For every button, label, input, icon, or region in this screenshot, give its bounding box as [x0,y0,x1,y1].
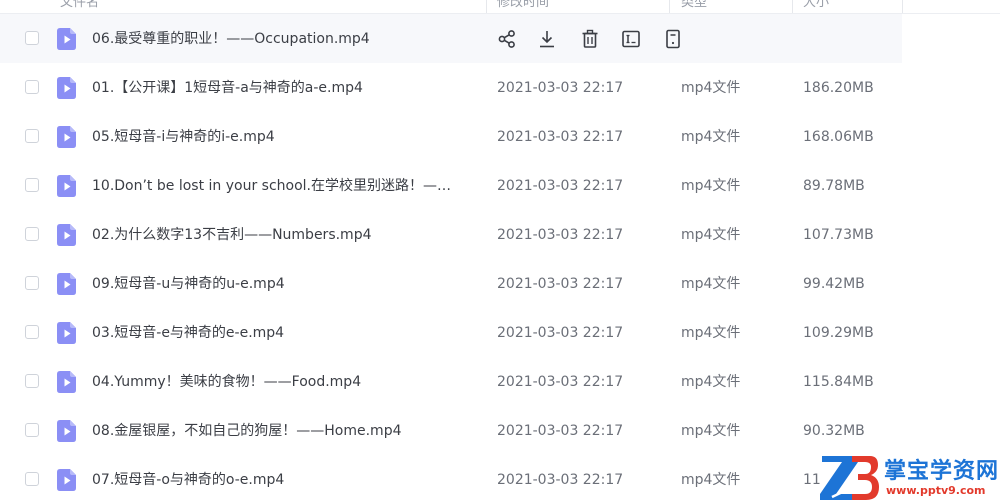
file-size: 99.42MB [803,276,865,292]
file-modified-date: 2021-03-03 22:17 [497,472,624,488]
video-file-icon [57,273,76,295]
file-size: 90.32MB [803,423,865,439]
video-file-icon [57,469,76,491]
file-row[interactable]: 06.最受尊重的职业！——Occupation.mp4 [0,14,902,63]
file-name[interactable]: 06.最受尊重的职业！——Occupation.mp4 [92,30,472,48]
file-name[interactable]: 08.金屋银屋，不如自己的狗屋！——Home.mp4 [92,422,472,440]
file-list: 06.最受尊重的职业！——Occupation.mp4 01.【公开课】1短母音… [0,14,1000,504]
file-modified-date: 2021-03-03 22:17 [497,325,624,341]
watermark-title: 掌宝学资网 [884,459,1000,484]
file-type: mp4文件 [681,472,741,488]
file-row[interactable]: 08.金屋银屋，不如自己的狗屋！——Home.mp4 2021-03-03 22… [0,406,902,455]
row-checkbox[interactable] [25,129,39,143]
file-name[interactable]: 02.为什么数字13不吉利——Numbers.mp4 [92,226,472,244]
share-icon[interactable] [496,28,518,50]
watermark-logo-icon [820,456,879,500]
file-size: 186.20MB [803,80,874,96]
file-row[interactable]: 10.Don’t be lost in your school.在学校里别迷路！… [0,161,902,210]
file-modified-date: 2021-03-03 22:17 [497,178,624,194]
column-header-type[interactable]: 类型 [681,0,707,10]
file-name[interactable]: 07.短母音-o与神奇的o-e.mp4 [92,471,472,489]
file-modified-date: 2021-03-03 22:17 [497,374,624,390]
video-file-icon [57,371,76,393]
rename-icon[interactable] [620,28,642,50]
video-file-icon [57,28,76,50]
video-file-icon [57,224,76,246]
row-checkbox[interactable] [25,472,39,486]
column-header-name[interactable]: 文件名 [60,0,99,10]
file-row[interactable]: 02.为什么数字13不吉利——Numbers.mp4 2021-03-03 22… [0,210,902,259]
row-checkbox[interactable] [25,325,39,339]
file-type: mp4文件 [681,423,741,439]
file-type: mp4文件 [681,80,741,96]
file-name[interactable]: 05.短母音-i与神奇的i-e.mp4 [92,128,472,146]
file-row[interactable]: 01.【公开课】1短母音-a与神奇的a-e.mp4 2021-03-03 22:… [0,63,902,112]
file-row[interactable]: 03.短母音-e与神奇的e-e.mp4 2021-03-03 22:17 mp4… [0,308,902,357]
file-modified-date: 2021-03-03 22:17 [497,423,624,439]
video-file-icon [57,420,76,442]
file-name[interactable]: 01.【公开课】1短母音-a与神奇的a-e.mp4 [92,79,472,97]
file-size: 109.29MB [803,325,874,341]
download-icon[interactable] [536,28,558,50]
file-size: 115.84MB [803,374,874,390]
file-list-header: 文件名 修改时间 类型 大小 [0,0,1000,14]
file-modified-date: 2021-03-03 22:17 [497,276,624,292]
column-divider [902,0,903,13]
watermark-url: www.pptv9.com [886,484,986,497]
file-type: mp4文件 [681,325,741,341]
row-checkbox[interactable] [25,276,39,290]
file-size: 89.78MB [803,178,865,194]
video-file-icon [57,322,76,344]
file-size: 107.73MB [803,227,874,243]
row-checkbox[interactable] [25,374,39,388]
row-checkbox[interactable] [25,178,39,192]
file-type: mp4文件 [681,129,741,145]
video-file-icon [57,175,76,197]
file-row[interactable]: 05.短母音-i与神奇的i-e.mp4 2021-03-03 22:17 mp4… [0,112,902,161]
column-header-size[interactable]: 大小 [803,0,829,10]
file-type: mp4文件 [681,276,741,292]
file-name[interactable]: 04.Yummy！美味的食物！——Food.mp4 [92,373,472,391]
row-checkbox[interactable] [25,227,39,241]
row-checkbox[interactable] [25,80,39,94]
file-type: mp4文件 [681,227,741,243]
file-modified-date: 2021-03-03 22:17 [497,129,624,145]
file-row[interactable]: 04.Yummy！美味的食物！——Food.mp4 2021-03-03 22:… [0,357,902,406]
file-row[interactable]: 09.短母音-u与神奇的u-e.mp4 2021-03-03 22:17 mp4… [0,259,902,308]
file-type: mp4文件 [681,178,741,194]
file-type: mp4文件 [681,374,741,390]
column-divider [669,0,670,13]
row-checkbox[interactable] [25,31,39,45]
file-name[interactable]: 03.短母音-e与神奇的e-e.mp4 [92,324,472,342]
column-divider [486,0,487,13]
row-checkbox[interactable] [25,423,39,437]
column-header-date[interactable]: 修改时间 [497,0,549,10]
video-file-icon [57,77,76,99]
file-name[interactable]: 10.Don’t be lost in your school.在学校里别迷路！… [92,177,472,195]
video-file-icon [57,126,76,148]
file-name[interactable]: 09.短母音-u与神奇的u-e.mp4 [92,275,472,293]
file-size: 168.06MB [803,129,874,145]
file-row[interactable]: 07.短母音-o与神奇的o-e.mp4 2021-03-03 22:17 mp4… [0,455,902,504]
column-divider [792,0,793,13]
site-watermark: 掌宝学资网 www.pptv9.com [818,450,1000,503]
file-modified-date: 2021-03-03 22:17 [497,227,624,243]
file-modified-date: 2021-03-03 22:17 [497,80,624,96]
more-icon[interactable] [662,28,684,50]
trash-icon[interactable] [579,28,601,50]
